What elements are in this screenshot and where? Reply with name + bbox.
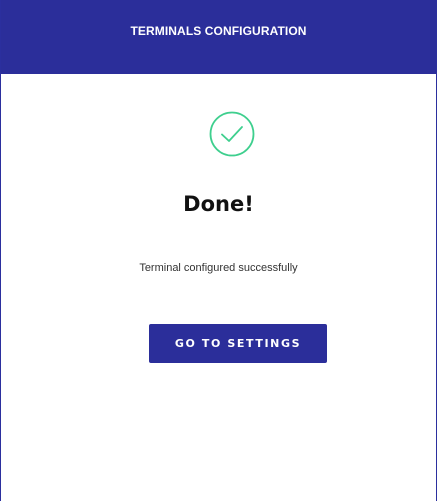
page-title: TERMINALS CONFIGURATION: [130, 24, 307, 38]
success-heading: Done!: [183, 192, 254, 216]
header-bar: TERMINALS CONFIGURATION: [1, 0, 436, 74]
success-message: Terminal configured successfully: [139, 262, 298, 274]
go-to-settings-button[interactable]: GO TO SETTINGS: [149, 324, 327, 363]
check-circle-icon: [209, 111, 255, 157]
configuration-panel: TERMINALS CONFIGURATION Done! Terminal c…: [0, 0, 437, 501]
